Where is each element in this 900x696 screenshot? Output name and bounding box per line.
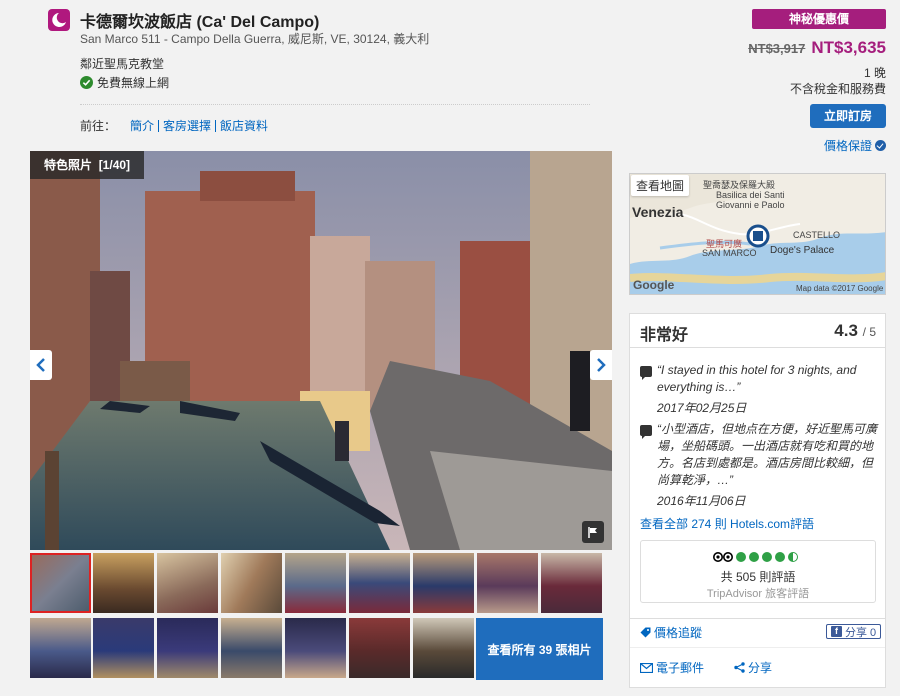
wifi-label: 免費無線上網 [97,76,170,90]
map-label-castello: CASTELLO [793,230,841,240]
thumbnail-photo[interactable] [93,618,154,678]
see-all-reviews-link[interactable]: 查看全部 274 則 Hotels.com評語 [640,515,814,532]
chevron-left-icon [36,358,45,372]
thumbnail-photo[interactable] [93,553,154,613]
thumbnail-photo[interactable] [221,618,282,678]
quote-icon [640,425,652,439]
review-date: 2017年02月25日 [657,401,747,415]
map-credit: Map data ©2017 Google [796,284,884,293]
guarantee-check-icon [875,140,886,151]
share-link[interactable]: 分享 [734,659,772,676]
thumbnail-photo[interactable] [221,553,282,613]
price-guarantee-label: 價格保證 [823,139,872,153]
price-tag-icon [640,627,651,638]
map-label-basilica-en: Basilica dei Santi [716,190,785,200]
nav-prefix: 前往： [80,119,117,133]
google-logo: Google [633,278,675,292]
facebook-share-label: 分享 0 [845,626,877,639]
rating-bubble [736,551,746,562]
nights-count: 1 晚 [863,66,886,80]
email-link[interactable]: 電子郵件 [640,659,704,676]
thumbnail-photo[interactable] [349,618,410,678]
book-now-button[interactable]: 立即訂房 [810,104,886,128]
thumbnail-photo[interactable] [30,553,91,613]
chevron-right-icon [597,358,606,372]
rating-value: 4.3 [834,321,858,340]
wifi-amenity: 免費無線上網 [80,74,169,91]
price-guarantee-link[interactable]: 價格保證 [824,137,886,154]
map-label-san-marco: SAN MARCO [702,248,757,258]
tripadvisor-owl-icon [713,552,733,562]
secret-price-badge: 神秘優惠價 [752,9,886,29]
rating-bubble-half [788,551,798,562]
header-divider [80,104,590,105]
view-all-photos-button[interactable]: 查看所有 39 張相片 [476,618,603,680]
price-tracking-link[interactable]: 價格追蹤 [640,624,702,641]
rating-out-of: / 5 [862,325,876,339]
nav-link-rooms[interactable]: 客房選擇 [159,117,215,134]
section-nav: 前往： 簡介 客房選擇 飯店資料 [80,117,272,134]
tripadvisor-name: TripAdvisor 旅客評語 [706,588,810,600]
tools-divider [630,647,885,648]
share-label: 分享 [748,661,773,675]
price-row: NT$3,917 NT$3,635 [748,38,886,58]
nav-link-overview[interactable]: 簡介 [130,117,158,134]
photo-counter: [1/40] [98,158,131,172]
map-label-doges-palace: Doge's Palace [770,245,835,256]
review-quote: “小型酒店，但地点在方便，好近聖馬可廣場，坐船碼頭。一出酒店就有吃和買的地方。名… [657,422,877,487]
prev-photo-button[interactable] [30,350,52,380]
old-price: NT$3,917 [748,41,806,56]
share-icon [734,662,745,673]
thumbnail-photo[interactable] [285,618,346,678]
email-icon [640,662,653,673]
email-label: 電子郵件 [656,661,705,675]
nav-link-hotel-info[interactable]: 飯店資料 [216,117,272,134]
rating-bubble [775,551,785,562]
map-label-venezia: Venezia [632,204,684,220]
thumbnail-photo[interactable] [157,618,218,678]
tripadvisor-rating [713,551,798,562]
next-photo-button[interactable] [590,350,612,380]
review-date: 2016年11月06日 [657,494,746,508]
tax-note: 不含稅金和服務費 [789,82,886,96]
new-price: NT$3,635 [811,38,886,57]
map-label-basilica-en2: Giovanni e Paolo [716,200,785,210]
thumbnail-photo[interactable] [349,553,410,613]
report-photo-button[interactable] [582,521,604,543]
rating-score: 4.3 / 5 [834,321,876,341]
price-tracking-label: 價格追蹤 [654,626,703,640]
rating-title: 非常好 [640,327,689,344]
landmark-text: 鄰近聖馬克教堂 [80,57,165,71]
featured-photo-label: 特色照片 [44,158,93,172]
review-quote: “I stayed in this hotel for 3 nights, an… [657,363,857,394]
hotels-logo-icon [48,9,70,31]
thumbnail-photo[interactable] [477,553,538,613]
hotel-address: San Marco 511 - Campo Della Guerra, 威尼斯,… [80,32,430,46]
main-photo[interactable] [30,151,612,550]
thumbnail-photo[interactable] [157,553,218,613]
flag-icon [588,526,597,538]
thumbnail-photo[interactable] [413,618,474,678]
thumbnail-photo[interactable] [541,553,602,613]
check-icon [80,76,93,89]
rating-bubble [749,551,759,562]
hotel-name: 卡德爾坎波飯店 (Ca' Del Campo) [80,14,320,31]
reviews-divider [630,347,885,348]
rating-bubble [762,551,772,562]
tripadvisor-count: 共 505 則評語 [720,570,796,584]
facebook-icon: f [831,626,842,637]
facebook-share-button[interactable]: f 分享 0 [826,624,882,639]
featured-photo-tag: 特色照片 [1/40] [30,151,145,179]
thumbnail-photo[interactable] [30,618,91,678]
thumbnail-photo[interactable] [413,553,474,613]
quote-icon [640,366,652,380]
view-map-button[interactable]: 查看地圖 [631,175,690,196]
thumbnail-photo[interactable] [285,553,346,613]
